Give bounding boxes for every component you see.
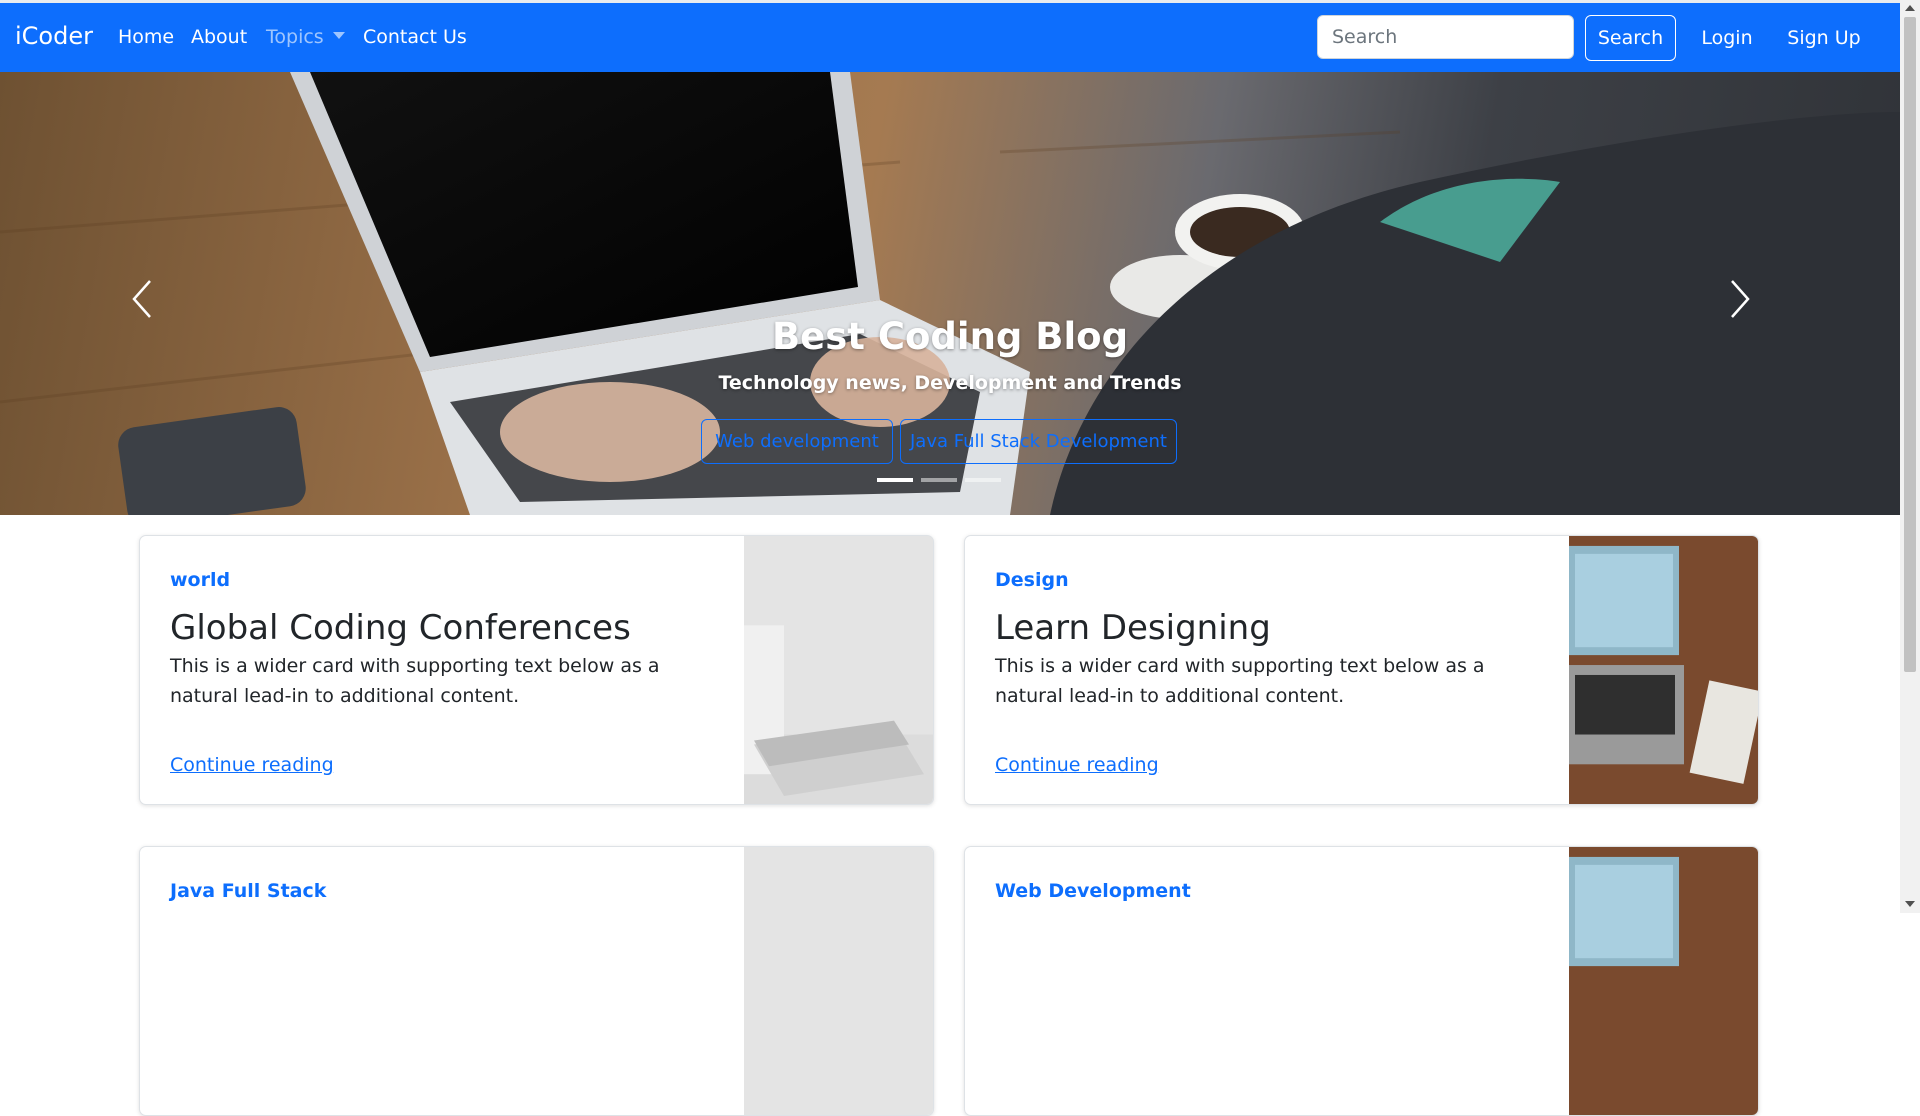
blog-card: Design Learn Designing This is a wider c… [964, 535, 1759, 805]
card-thumbnail [1569, 536, 1758, 804]
card-thumbnail [1569, 847, 1758, 1115]
caret-down-icon [332, 32, 345, 39]
nav-dropdown-topics[interactable]: Topics [266, 26, 345, 48]
card-text: This is a wider card with supporting tex… [170, 655, 660, 707]
scroll-up-arrow-icon[interactable] [1905, 5, 1915, 11]
web-development-button[interactable]: Web development [701, 419, 893, 464]
continue-reading-link[interactable]: Continue reading [170, 754, 334, 776]
nav-link-contact[interactable]: Contact Us [363, 26, 467, 48]
login-button[interactable]: Login [1688, 15, 1766, 61]
card-category: Web Development [995, 880, 1191, 902]
scroll-down-arrow-icon[interactable] [1905, 901, 1915, 907]
card-thumbnail [744, 536, 933, 804]
carousel-indicator-2[interactable] [921, 478, 957, 482]
blog-card: Java Full Stack [139, 846, 934, 1116]
card-title: Global Coding Conferences [170, 608, 631, 648]
carousel-indicator-1[interactable] [877, 478, 913, 482]
signup-button[interactable]: Sign Up [1778, 15, 1870, 61]
java-full-stack-button[interactable]: Java Full Stack Development [900, 419, 1177, 464]
hero-carousel: Best Coding Blog Technology news, Develo… [0, 72, 1900, 515]
navbar: iCoder Home About Topics Contact Us Sear… [0, 3, 1900, 72]
page-scrollbar[interactable] [1900, 0, 1920, 913]
card-thumbnail [744, 847, 933, 1115]
carousel-indicator-3[interactable] [965, 478, 1001, 482]
scrollbar-thumb[interactable] [1904, 17, 1916, 672]
card-category: world [170, 569, 231, 591]
card-title: Learn Designing [995, 608, 1271, 648]
nav-link-home[interactable]: Home [118, 26, 174, 48]
hero-subtitle: Technology news, Development and Trends [718, 372, 1182, 394]
card-category: Design [995, 569, 1069, 591]
search-input[interactable] [1317, 15, 1574, 59]
nav-dropdown-label: Topics [266, 26, 324, 48]
brand-logo[interactable]: iCoder [15, 22, 93, 50]
blog-card: Web Development [964, 846, 1759, 1116]
card-text: This is a wider card with supporting tex… [995, 655, 1485, 707]
continue-reading-link[interactable]: Continue reading [995, 754, 1159, 776]
search-button[interactable]: Search [1585, 15, 1676, 61]
nav-link-about[interactable]: About [191, 26, 247, 48]
blog-card: world Global Coding Conferences This is … [139, 535, 934, 805]
card-category: Java Full Stack [170, 880, 327, 902]
hero-title: Best Coding Blog [771, 315, 1129, 358]
